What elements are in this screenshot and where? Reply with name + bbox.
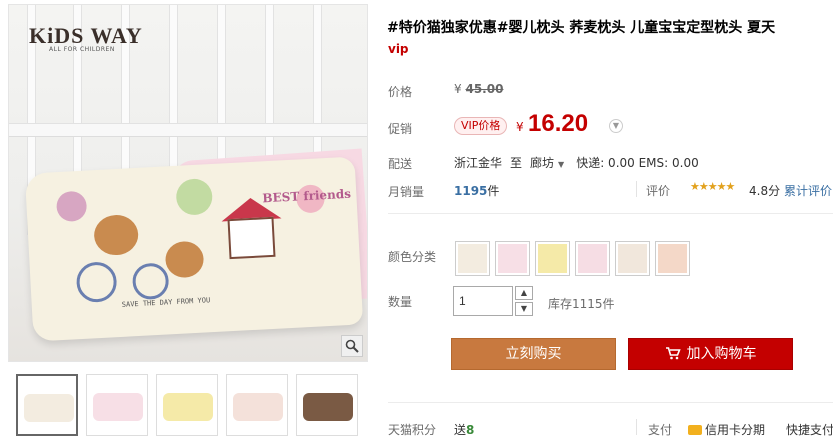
monthly-sales-label: 月销量 [388,185,425,199]
buy-now-button[interactable]: 立刻购买 [451,338,616,370]
thumbnail-1[interactable] [16,374,78,436]
shipping-label: 配送 [388,157,413,171]
swatch-image [658,244,687,273]
ship-from: 浙江金华 [454,156,503,170]
credit-card-icon [688,425,702,435]
crib-rail [9,123,367,137]
thumbnail-2[interactable] [86,374,148,436]
divider [636,419,637,435]
thumbnail-pillow [163,393,213,421]
thumbnail-3[interactable] [156,374,218,436]
vip-tag: vip [388,42,409,56]
color-label: 颜色分类 [388,250,437,264]
swatch-image [618,244,647,273]
add-to-cart-label: 加入购物车 [686,346,757,362]
price-label: 价格 [388,85,413,99]
shipping-info: 浙江金华至廊坊 ▼ 快递: 0.00 EMS: 0.00 [454,154,699,171]
original-price-value: 45.00 [465,82,504,96]
rating-label: 评价 [646,184,671,198]
payment-label: 支付 [648,423,673,437]
add-to-cart-button[interactable]: 加入购物车 [628,338,793,370]
caret-down-icon[interactable]: ▼ [558,160,564,169]
rating-score: 4.8分 [749,184,781,198]
color-swatch-6[interactable] [655,241,690,276]
swatch-image [498,244,527,273]
promo-label: 促销 [388,122,413,136]
brand-logo: KiDS WAY ALL FOR CHILDREN [29,23,143,53]
quantity-label: 数量 [388,295,413,309]
pillow-print-text: BEST friends [262,186,352,206]
quick-pay-label: 快捷支付 [786,423,833,437]
currency-symbol: ¥ [516,120,524,134]
monthly-sales: 1195件 [454,182,499,199]
points-value: 送8 [454,421,474,438]
original-price: ¥ 45.00 [454,82,503,96]
product-title: #特价猫独家优惠#婴儿枕头 荞麦枕头 儿童宝宝定型枕头 夏天 [387,20,776,36]
quantity-decrease-button[interactable]: ▼ [515,302,533,316]
stock-count: 库存1115件 [548,297,615,311]
chevron-down-icon[interactable]: ▼ [609,119,623,133]
swatch-image [458,244,487,273]
sales-unit: 件 [487,184,500,198]
shipping-fees: 快递: 0.00 EMS: 0.00 [576,156,699,170]
total-reviews-link[interactable]: 累计评价 [784,182,832,199]
divider [388,402,833,403]
thumbnail-pillow [93,393,143,421]
thumbnail-4[interactable] [226,374,288,436]
thumbnail-pillow [233,393,283,421]
color-swatch-2[interactable] [495,241,530,276]
rating-stars: ★★★★★ [690,180,735,193]
credit-installment-label: 信用卡分期 [705,423,766,437]
magnifier-icon[interactable] [341,335,363,357]
color-swatch-5[interactable] [615,241,650,276]
swatch-image [538,244,567,273]
color-swatch-1[interactable] [455,241,490,276]
points-prefix: 送 [454,423,467,437]
points-label: 天猫积分 [388,423,437,437]
vip-price-badge: VIP价格 [454,117,508,135]
quantity-input[interactable]: 1 [453,286,513,316]
thumbnail-pillow [303,393,353,421]
house [227,216,276,260]
swatch-image [578,244,607,273]
promo-price: 16.20 [528,110,589,137]
thumbnail-5[interactable] [296,374,358,436]
pillow: BEST friends SAVE THE DAY FROM YOU [24,156,364,342]
divider [388,213,833,214]
cart-icon [665,339,681,369]
divider [636,181,637,197]
sales-count: 1195 [454,184,488,198]
color-swatch-3[interactable] [535,241,570,276]
points-number: 8 [466,423,475,437]
credit-installment[interactable]: 信用卡分期 [688,421,765,438]
quick-pay[interactable]: 快捷支付 [786,421,833,438]
thumbnail-pillow [24,394,74,422]
color-swatch-4[interactable] [575,241,610,276]
ship-to-word: 至 [510,156,523,170]
pillow-scribble: SAVE THE DAY FROM YOU [121,296,211,309]
ship-destination[interactable]: 廊坊 [530,156,554,170]
currency-symbol: ¥ [454,82,462,96]
quantity-increase-button[interactable]: ▲ [515,286,533,300]
thumbnail-strip [16,374,358,436]
color-swatches [455,241,690,276]
main-product-image[interactable]: BEST friends SAVE THE DAY FROM YOU KiDS … [8,4,368,362]
